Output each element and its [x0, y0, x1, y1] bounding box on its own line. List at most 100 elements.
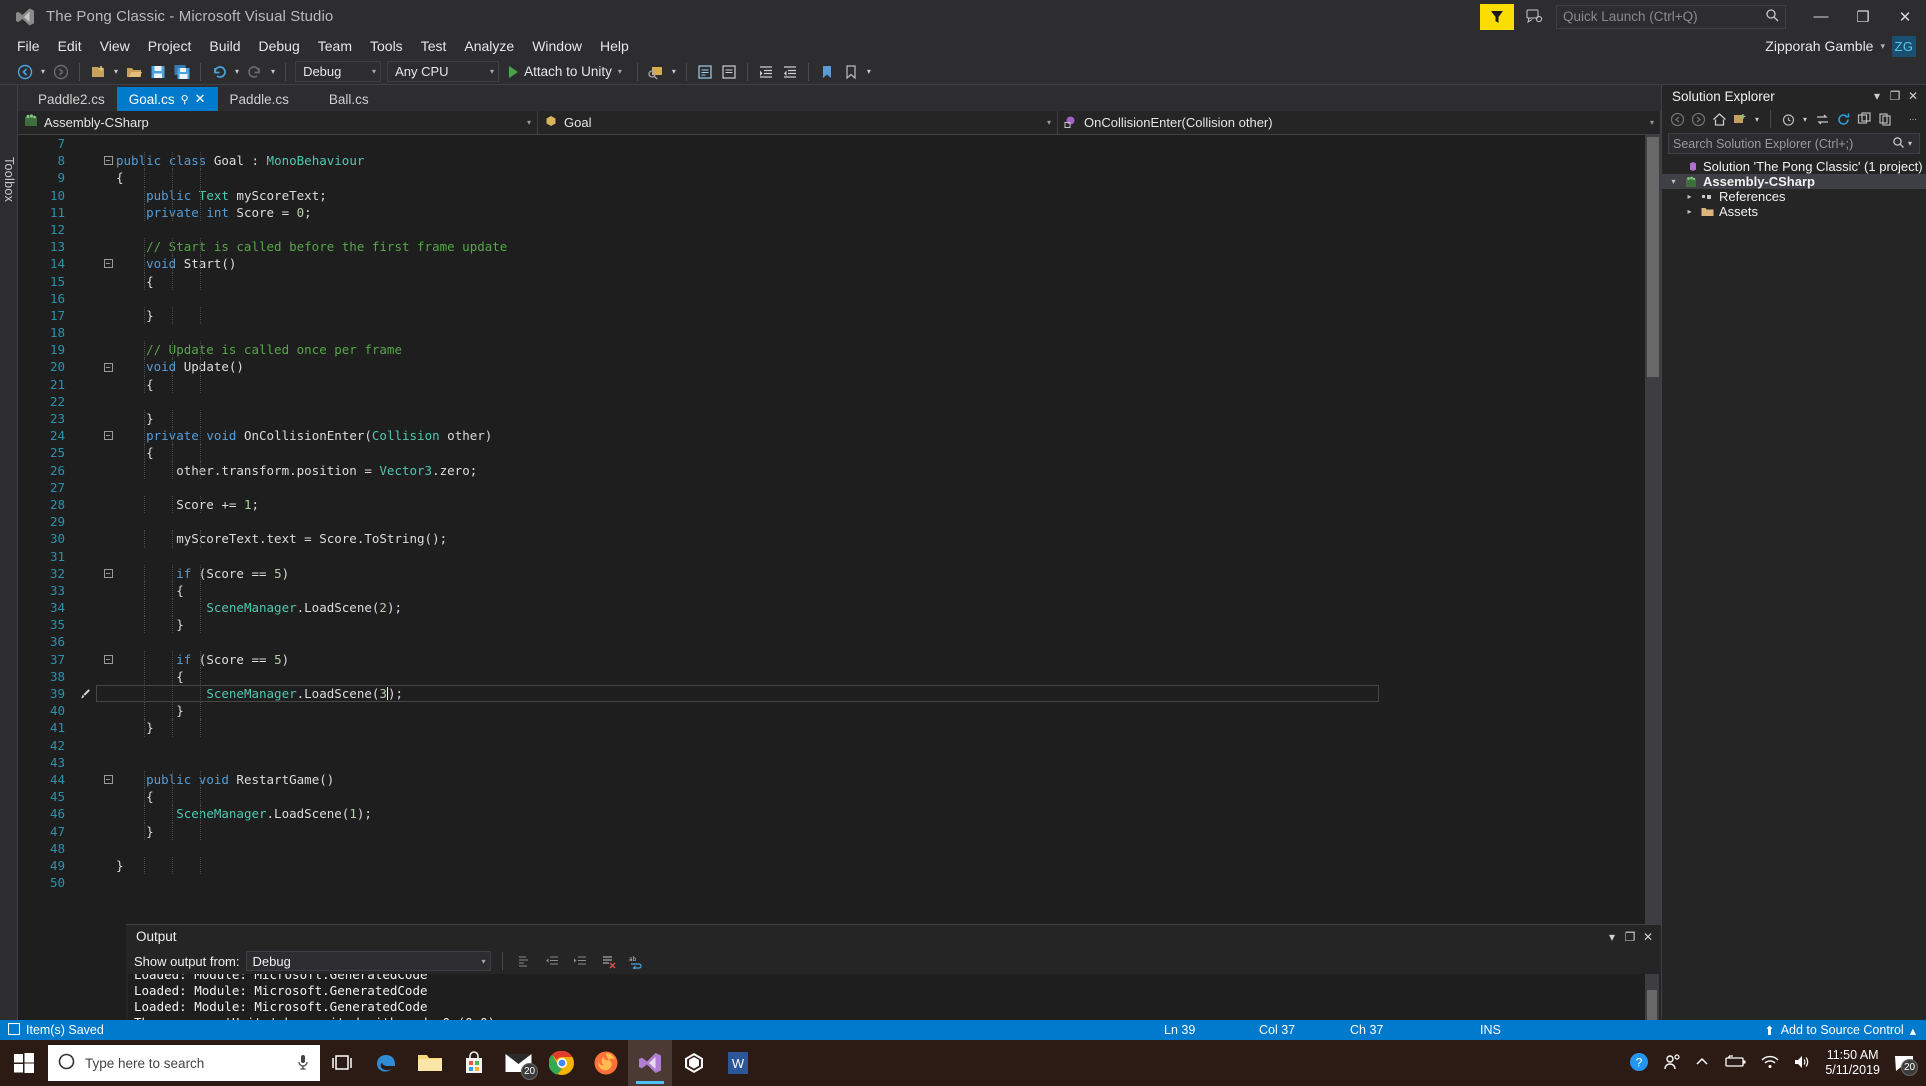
solution-configuration-combo[interactable]: Debug ▾	[295, 61, 382, 82]
code-line[interactable]: 42	[18, 737, 1645, 754]
chevron-down-icon[interactable]: ▾	[490, 67, 494, 76]
feedback-icon[interactable]	[1522, 5, 1546, 29]
outdent-icon[interactable]	[779, 61, 801, 83]
menu-item-help[interactable]: Help	[591, 35, 638, 57]
quick-actions-icon[interactable]	[74, 688, 96, 700]
bookmark-caret-icon[interactable]: ▾	[864, 67, 874, 76]
attach-process-icon[interactable]	[645, 61, 667, 83]
fold-toggle-icon[interactable]: −	[100, 259, 116, 269]
toolbar-overflow-icon[interactable]: ⋯	[1906, 115, 1920, 124]
save-icon[interactable]	[147, 61, 169, 83]
toggle-word-wrap-icon[interactable]: ab	[626, 951, 648, 971]
code-line[interactable]: 38 {	[18, 667, 1645, 686]
code-line[interactable]: 7	[18, 135, 1645, 152]
pane-menu-icon[interactable]: ▾	[1868, 87, 1886, 105]
quick-launch-box[interactable]	[1556, 4, 1786, 29]
visual-studio-icon[interactable]	[628, 1040, 672, 1086]
tree-expander[interactable]: ▾	[1668, 177, 1679, 186]
chevron-down-icon[interactable]: ▾	[372, 67, 376, 76]
menu-item-file[interactable]: File	[8, 35, 49, 57]
code-line[interactable]: 16	[18, 290, 1645, 307]
go-to-previous-message-icon[interactable]	[542, 951, 564, 971]
fold-toggle-icon[interactable]: −	[100, 568, 116, 578]
scrollbar-thumb[interactable]	[1647, 137, 1659, 377]
menu-item-test[interactable]: Test	[412, 35, 456, 57]
code-line-current[interactable]: 39 SceneManager.LoadScene(3);	[18, 685, 1645, 703]
refresh-icon[interactable]	[1834, 110, 1852, 128]
document-tab-goal[interactable]: Goal.cs ⚲ ✕	[116, 87, 218, 111]
output-pane-menu-icon[interactable]: ▾	[1603, 928, 1621, 946]
comment-selection-icon[interactable]	[694, 61, 716, 83]
navigate-forward-icon[interactable]	[50, 61, 72, 83]
edge-icon[interactable]	[364, 1040, 408, 1086]
pin-icon[interactable]: ⚲	[181, 93, 189, 106]
chevron-down-icon[interactable]: ▾	[1800, 115, 1810, 124]
code-line[interactable]: 25 {	[18, 444, 1645, 462]
solution-explorer-search-input[interactable]	[1673, 136, 1892, 151]
undo-caret-icon[interactable]: ▾	[232, 67, 242, 76]
code-line[interactable]: 29	[18, 513, 1645, 530]
open-file-icon[interactable]	[123, 61, 145, 83]
code-line[interactable]: 24 − private void OnCollisionEnter(Collis…	[18, 427, 1645, 445]
tree-item-assets[interactable]: ▸ Assets	[1662, 204, 1926, 219]
switch-views-icon[interactable]	[1731, 110, 1749, 128]
minimize-button[interactable]: —	[1800, 0, 1842, 33]
navbar-type-dropdown[interactable]: Goal ▾	[538, 111, 1058, 134]
battery-icon[interactable]	[1723, 1054, 1747, 1072]
chevron-down-icon[interactable]: ▾	[1905, 139, 1915, 148]
code-line[interactable]: 9{	[18, 169, 1645, 187]
back-icon[interactable]	[1668, 110, 1686, 128]
firefox-icon[interactable]	[584, 1040, 628, 1086]
sync-with-active-document-icon[interactable]	[1813, 110, 1831, 128]
navigate-backward-caret-icon[interactable]: ▾	[38, 67, 48, 76]
redo-caret-icon[interactable]: ▾	[268, 67, 278, 76]
word-icon[interactable]: W	[716, 1040, 760, 1086]
tree-expander[interactable]: ▸	[1684, 192, 1695, 201]
code-line[interactable]: 19 // Update is called once per frame	[18, 341, 1645, 359]
notifications-flag-icon[interactable]	[1480, 3, 1514, 30]
navigate-backward-icon[interactable]	[14, 61, 36, 83]
code-line[interactable]: 21 {	[18, 375, 1645, 393]
volume-icon[interactable]	[1793, 1054, 1811, 1073]
code-line[interactable]: 31	[18, 548, 1645, 565]
pending-changes-filter-icon[interactable]	[1779, 110, 1797, 128]
fold-toggle-icon[interactable]: −	[100, 156, 116, 166]
action-center-icon[interactable]: 20	[1894, 1054, 1918, 1076]
go-to-next-message-icon[interactable]	[570, 951, 592, 971]
navbar-project-dropdown[interactable]: Assembly-CSharp ▾	[18, 111, 538, 134]
solution-explorer-search-box[interactable]: ▾	[1668, 133, 1920, 154]
solution-platform-combo[interactable]: Any CPU ▾	[387, 61, 500, 82]
menu-item-view[interactable]: View	[91, 35, 139, 57]
account-area[interactable]: Zipporah Gamble ▾ ZG	[1765, 33, 1916, 59]
code-editor-surface[interactable]: 7 8− public class Goal : MonoBehaviour 9{10…	[18, 135, 1645, 924]
microsoft-store-icon[interactable]	[452, 1040, 496, 1086]
pane-float-icon[interactable]: ❐	[1886, 87, 1904, 105]
start-button[interactable]	[0, 1040, 48, 1086]
menu-item-debug[interactable]: Debug	[250, 35, 309, 57]
fold-toggle-icon[interactable]: −	[100, 431, 116, 441]
unity-icon[interactable]	[672, 1040, 716, 1086]
document-tab-paddle2[interactable]: Paddle2.cs	[26, 87, 117, 111]
toolbox-label[interactable]: Toolbox	[0, 153, 18, 206]
file-explorer-icon[interactable]	[408, 1040, 452, 1086]
code-line[interactable]: 44 − public void RestartGame()	[18, 770, 1645, 789]
code-editor[interactable]: 7 8− public class Goal : MonoBehaviour 9{10…	[18, 135, 1661, 924]
code-line[interactable]: 15 {	[18, 272, 1645, 290]
uncomment-selection-icon[interactable]	[718, 61, 740, 83]
code-line[interactable]: 27	[18, 479, 1645, 496]
indent-icon[interactable]	[755, 61, 777, 83]
menu-item-tools[interactable]: Tools	[361, 35, 412, 57]
code-line[interactable]: 26 other.transform.position = Vector3.ze…	[18, 461, 1645, 479]
taskbar-search-box[interactable]: Type here to search	[48, 1045, 320, 1081]
home-icon[interactable]	[1710, 110, 1728, 128]
code-line[interactable]: 35 }	[18, 616, 1645, 634]
show-output-from-combo[interactable]: Debug ▾	[245, 951, 491, 971]
microphone-icon[interactable]	[296, 1054, 310, 1073]
chevron-down-icon[interactable]: ▾	[517, 118, 531, 127]
code-line[interactable]: 46 SceneManager.LoadScene(1);	[18, 805, 1645, 823]
code-line[interactable]: 47 }	[18, 822, 1645, 840]
code-line[interactable]: 12	[18, 221, 1645, 238]
code-line[interactable]: 33 {	[18, 581, 1645, 600]
wifi-icon[interactable]	[1761, 1055, 1779, 1072]
code-line[interactable]: 11 private int Score = 0;	[18, 203, 1645, 221]
